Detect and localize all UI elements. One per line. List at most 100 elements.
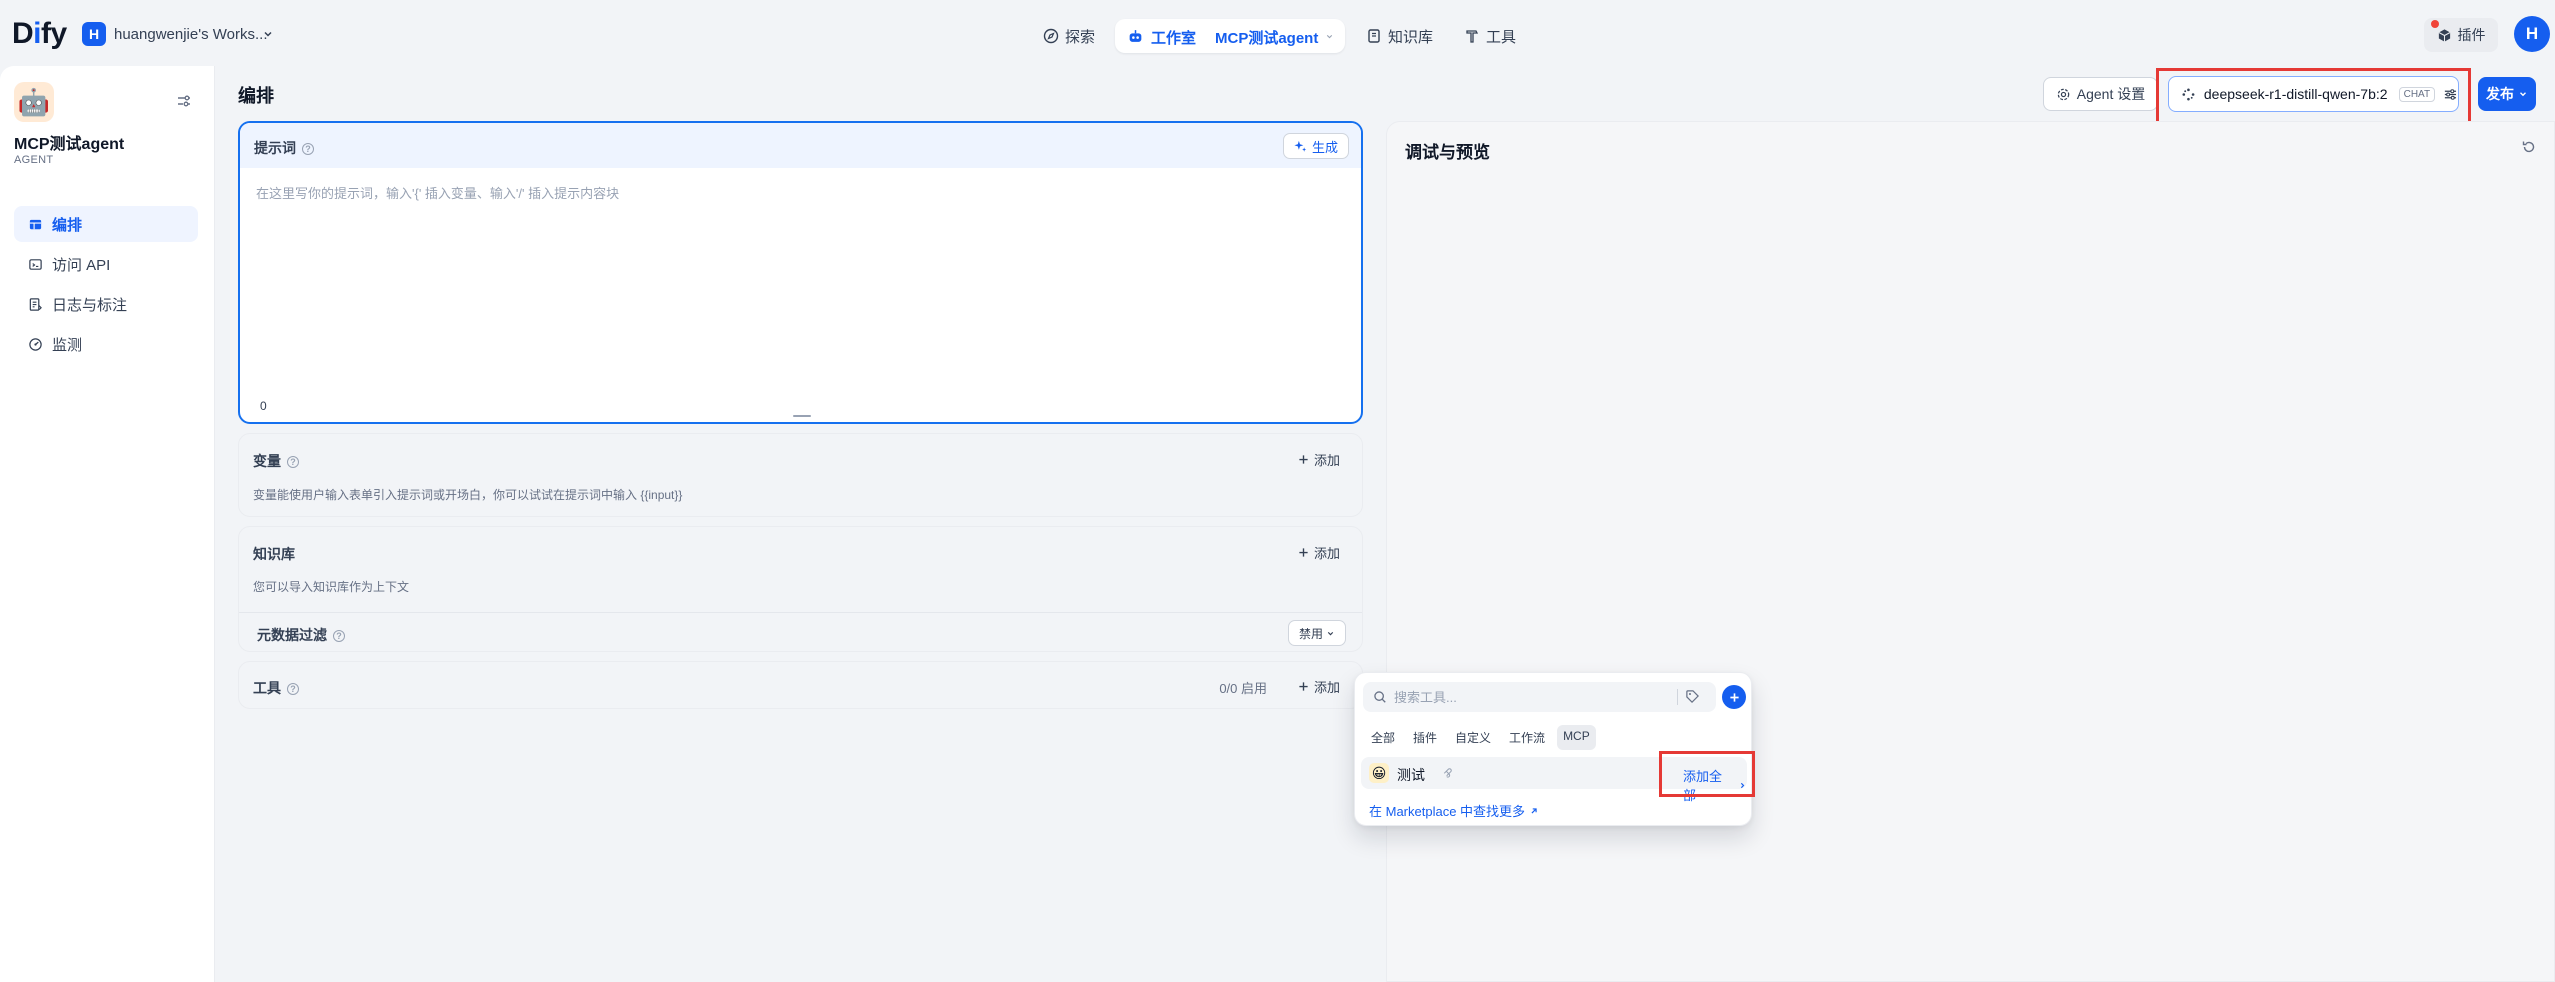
- app-type: AGENT: [14, 154, 54, 166]
- tab-workflow[interactable]: 工作流: [1503, 725, 1551, 750]
- compass-icon: [1043, 28, 1059, 44]
- dify-logo[interactable]: Dify: [12, 17, 67, 51]
- prompt-input[interactable]: 在这里写你的提示词，输入'{' 插入变量、输入'/' 插入提示内容块: [256, 183, 619, 202]
- plugins-label: 插件: [2457, 27, 2486, 43]
- app-sidebar: 🤖 MCP测试agent AGENT 编排 访问 API 日志与标注 监测: [0, 66, 215, 982]
- robot-icon: [1129, 30, 1142, 42]
- plus-icon: [1729, 692, 1739, 702]
- search-icon: [1374, 691, 1386, 703]
- add-knowledge-button[interactable]: 添加: [1298, 543, 1340, 562]
- tools-section: 工具? 0/0 启用 添加: [238, 661, 1363, 709]
- layout-icon: [29, 219, 42, 229]
- chevron-down-icon[interactable]: [262, 28, 274, 40]
- add-variable-button[interactable]: 添加: [1298, 450, 1340, 469]
- nav-tools[interactable]: 工具: [1464, 22, 1516, 50]
- knowledge-title: 知识库: [253, 546, 295, 562]
- add-tool-plus-button[interactable]: [1722, 685, 1746, 709]
- agent-settings-button[interactable]: Agent 设置: [2043, 77, 2158, 111]
- cube-icon: [2438, 28, 2450, 42]
- metadata-filter-title: 元数据过滤?: [257, 625, 345, 645]
- tools-title: 工具?: [253, 678, 299, 698]
- debug-title: 调试与预览: [1405, 143, 1490, 162]
- tab-plugins[interactable]: 插件: [1407, 725, 1443, 750]
- info-icon[interactable]: ?: [302, 143, 314, 155]
- tool-icon: 😀: [1369, 763, 1389, 783]
- gear-icon: [2057, 88, 2070, 100]
- divider: [1677, 689, 1678, 705]
- variables-description: 变量能使用户输入表单引入提示词或开场白，你可以试试在提示词中输入 {{input…: [253, 488, 683, 502]
- tool-search-input[interactable]: [1394, 689, 1664, 705]
- nav-explore[interactable]: 探索: [1043, 22, 1095, 50]
- plus-icon: [1299, 548, 1308, 557]
- tool-category-tabs: 全部 插件 自定义 工作流 MCP: [1365, 725, 1596, 750]
- prompt-char-count: 0: [260, 399, 267, 413]
- tool-picker-popup: 全部 插件 自定义 工作流 MCP 😀 测试 添加全部 在 Marketplac…: [1354, 672, 1752, 826]
- marketplace-link[interactable]: 在 Marketplace 中查找更多: [1369, 801, 1539, 820]
- sidebar-item-label: 访问 API: [52, 256, 111, 274]
- terminal-icon: [29, 258, 42, 270]
- workspace-badge[interactable]: H: [82, 22, 106, 46]
- collapse-sidebar-icon[interactable]: [176, 93, 192, 109]
- chevron-down-icon[interactable]: [1325, 32, 1334, 41]
- hammer-icon: [1466, 30, 1479, 43]
- user-avatar[interactable]: H: [2514, 16, 2550, 52]
- sidebar-item-label: 日志与标注: [52, 296, 128, 314]
- sidebar-item-monitor[interactable]: 监测: [14, 326, 198, 362]
- external-link-icon: [1531, 807, 1537, 813]
- page-title: 编排: [238, 86, 274, 106]
- mcp-icon: [1441, 766, 1454, 779]
- plus-icon: [1299, 682, 1308, 691]
- prompt-header: 提示词? 生成: [240, 123, 1361, 168]
- knowledge-section: 知识库 添加 您可以导入知识库作为上下文 元数据过滤? 禁用: [238, 526, 1363, 652]
- knowledge-description: 您可以导入知识库作为上下文: [253, 580, 410, 594]
- nav-tools-label: 工具: [1486, 28, 1517, 46]
- logs-icon: [29, 297, 42, 311]
- sparkle-icon: [1294, 140, 1307, 152]
- prompt-title: 提示词?: [254, 138, 314, 158]
- publish-label: 发布: [2486, 86, 2514, 102]
- variables-title: 变量?: [253, 451, 299, 471]
- refresh-icon[interactable]: [2521, 139, 2537, 155]
- prompt-editor-card: 提示词? 生成 在这里写你的提示词，输入'{' 插入变量、输入'/' 插入提示内…: [238, 121, 1363, 424]
- monitor-icon: [29, 337, 42, 351]
- sidebar-item-label: 编排: [52, 216, 83, 234]
- resize-handle[interactable]: [793, 415, 811, 417]
- variables-section: 变量? 添加 变量能使用户输入表单引入提示词或开场白，你可以试试在提示词中输入 …: [238, 433, 1363, 517]
- sidebar-item-label: 监测: [52, 336, 83, 354]
- nav-studio-label: 工作室: [1151, 30, 1197, 47]
- nav-explore-label: 探索: [1065, 28, 1096, 46]
- nav-current-app[interactable]: MCP测试agent: [1215, 27, 1318, 48]
- tool-search-box[interactable]: [1363, 682, 1716, 712]
- app-name: MCP测试agent: [14, 136, 125, 153]
- debug-preview-panel: 调试与预览: [1386, 121, 2555, 982]
- sidebar-item-logs[interactable]: 日志与标注: [14, 286, 198, 322]
- tool-name: 测试: [1397, 767, 1425, 783]
- sidebar-item-api[interactable]: 访问 API: [14, 246, 198, 282]
- tab-all[interactable]: 全部: [1365, 725, 1401, 750]
- tab-custom[interactable]: 自定义: [1449, 725, 1497, 750]
- publish-button[interactable]: 发布: [2478, 77, 2536, 111]
- notification-dot: [2431, 20, 2439, 28]
- chevron-down-icon: [1327, 631, 1334, 635]
- agent-settings-label: Agent 设置: [2076, 86, 2146, 102]
- workspace-name[interactable]: huangwenjie's Works...: [114, 26, 268, 43]
- info-icon[interactable]: ?: [287, 683, 299, 695]
- chevron-down-icon: [2520, 92, 2526, 97]
- info-icon[interactable]: ?: [287, 456, 299, 468]
- generate-label: 生成: [1311, 139, 1338, 155]
- nav-knowledge-label: 知识库: [1388, 28, 1434, 46]
- book-icon: [1368, 29, 1380, 43]
- nav-knowledge[interactable]: 知识库: [1366, 22, 1433, 50]
- tools-enabled-count: 0/0 启用: [1219, 681, 1267, 696]
- sidebar-item-orchestrate[interactable]: 编排: [14, 206, 198, 242]
- generate-button[interactable]: 生成: [1282, 133, 1349, 159]
- app-icon: 🤖: [14, 82, 54, 122]
- top-bar: Dify H huangwenjie's Works... 探索 工作室 MCP…: [0, 0, 2555, 66]
- divider: [239, 612, 1362, 613]
- info-icon[interactable]: ?: [333, 630, 345, 642]
- tag-icon[interactable]: [1685, 689, 1700, 704]
- nav-studio[interactable]: 工作室 MCP测试agent: [1115, 19, 1345, 53]
- tab-mcp[interactable]: MCP: [1557, 725, 1596, 750]
- add-tool-button[interactable]: 添加: [1298, 677, 1340, 696]
- metadata-filter-select[interactable]: 禁用: [1288, 620, 1346, 646]
